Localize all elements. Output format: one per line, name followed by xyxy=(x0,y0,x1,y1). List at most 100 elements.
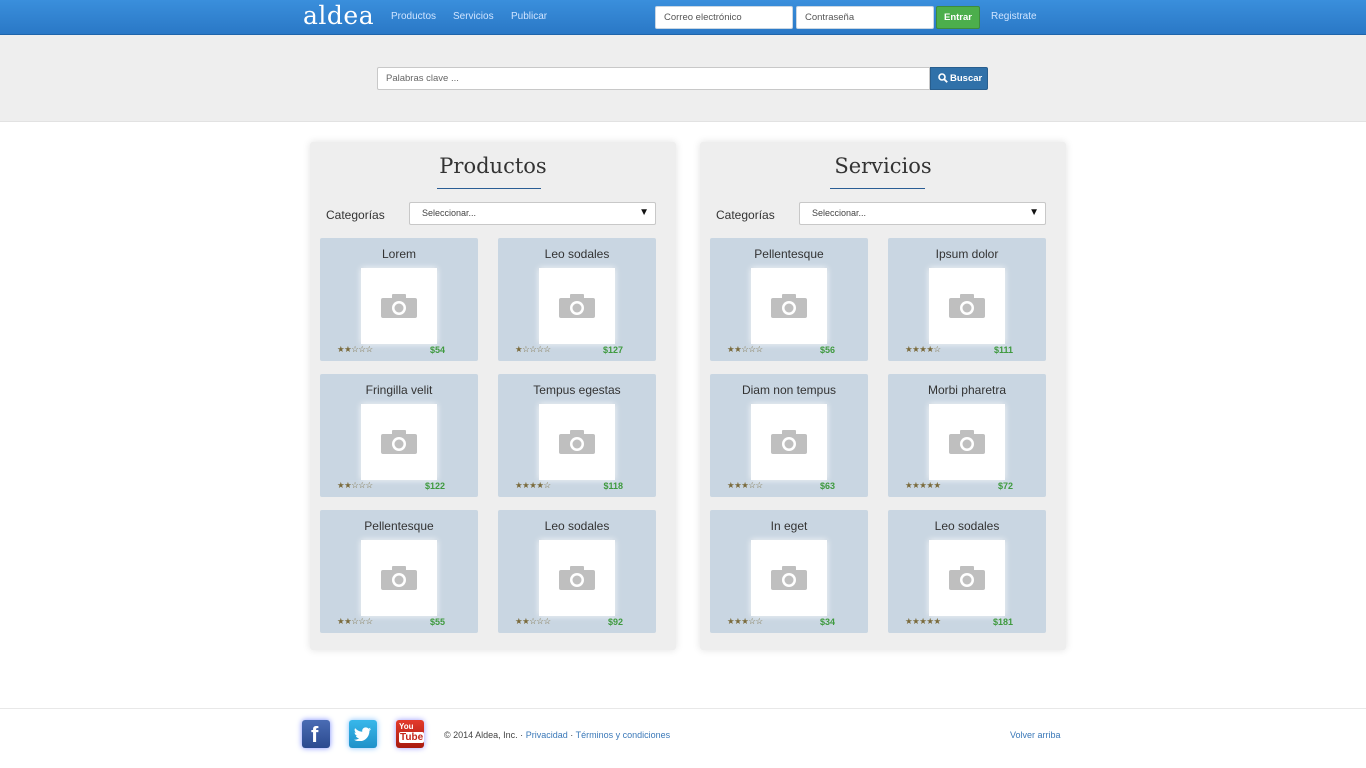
item-card[interactable]: In eget ★★★☆☆ $34 xyxy=(710,510,868,633)
rating-stars: ★★★★★ xyxy=(905,617,941,627)
category-label: Categorías xyxy=(326,208,385,222)
category-label: Categorías xyxy=(716,208,775,222)
item-price: $55 xyxy=(429,617,445,627)
item-image[interactable] xyxy=(539,404,615,480)
item-title[interactable]: In eget xyxy=(710,519,868,533)
item-image[interactable] xyxy=(361,268,437,344)
rating-stars: ★☆☆☆☆ xyxy=(515,345,551,355)
title-divider xyxy=(437,188,541,189)
password-field[interactable]: Contraseña xyxy=(796,6,934,29)
camera-icon xyxy=(381,430,417,454)
search-input[interactable]: Palabras clave ... xyxy=(377,67,930,90)
item-title[interactable]: Lorem xyxy=(320,247,478,261)
brand-logo[interactable]: aldea xyxy=(303,1,374,30)
item-title[interactable]: Pellentesque xyxy=(320,519,478,533)
item-price: $181 xyxy=(992,617,1013,627)
category-select-value: Seleccionar... xyxy=(812,208,867,218)
rating-stars: ★★★☆☆ xyxy=(727,617,763,627)
item-card[interactable]: Lorem ★★☆☆☆ $54 xyxy=(320,238,478,361)
camera-icon xyxy=(949,430,985,454)
item-price: $63 xyxy=(819,481,835,491)
nav-link-servicios[interactable]: Servicios xyxy=(453,11,494,22)
caret-down-icon: ▼ xyxy=(639,207,649,218)
item-title[interactable]: Fringilla velit xyxy=(320,383,478,397)
nav-link-productos[interactable]: Productos xyxy=(391,11,436,22)
item-title[interactable]: Diam non tempus xyxy=(710,383,868,397)
camera-icon xyxy=(949,294,985,318)
item-card[interactable]: Tempus egestas ★★★★☆ $118 xyxy=(498,374,656,497)
camera-icon xyxy=(949,566,985,590)
youtube-icon[interactable]: You Tube xyxy=(396,720,425,748)
camera-icon xyxy=(771,566,807,590)
rating-stars: ★★☆☆☆ xyxy=(337,481,373,491)
item-price: $92 xyxy=(607,617,623,627)
item-card[interactable]: Pellentesque ★★☆☆☆ $56 xyxy=(710,238,868,361)
item-title[interactable]: Ipsum dolor xyxy=(888,247,1046,261)
terms-link[interactable]: Términos y condiciones xyxy=(576,730,671,740)
camera-icon xyxy=(381,294,417,318)
item-card[interactable]: Leo sodales ★★★★★ $181 xyxy=(888,510,1046,633)
category-select-value: Seleccionar... xyxy=(422,208,477,218)
item-price: $54 xyxy=(429,345,445,355)
item-title[interactable]: Leo sodales xyxy=(888,519,1046,533)
camera-icon xyxy=(771,430,807,454)
item-title[interactable]: Leo sodales xyxy=(498,519,656,533)
login-button[interactable]: Entrar xyxy=(936,6,980,29)
privacy-link[interactable]: Privacidad xyxy=(526,730,568,740)
caret-down-icon: ▼ xyxy=(1029,207,1039,218)
item-card[interactable]: Ipsum dolor ★★★★☆ $111 xyxy=(888,238,1046,361)
item-image[interactable] xyxy=(361,540,437,616)
rating-stars: ★★★★☆ xyxy=(905,345,941,355)
register-link[interactable]: Registrate xyxy=(991,11,1037,22)
nav-link-publicar[interactable]: Publicar xyxy=(511,11,547,22)
footer-separator: · xyxy=(570,730,574,740)
item-card[interactable]: Diam non tempus ★★★☆☆ $63 xyxy=(710,374,868,497)
item-image[interactable] xyxy=(539,268,615,344)
item-title[interactable]: Leo sodales xyxy=(498,247,656,261)
item-card[interactable]: Morbi pharetra ★★★★★ $72 xyxy=(888,374,1046,497)
panel-title: Servicios xyxy=(834,154,932,178)
item-price: $118 xyxy=(603,481,623,491)
rating-stars: ★★☆☆☆ xyxy=(515,617,551,627)
item-price: $34 xyxy=(819,617,835,627)
title-divider xyxy=(830,188,925,189)
rating-stars: ★★☆☆☆ xyxy=(337,345,373,355)
item-image[interactable] xyxy=(751,404,827,480)
rating-stars: ★★☆☆☆ xyxy=(337,617,373,627)
search-band: Palabras clave ... Buscar xyxy=(0,35,1366,122)
item-image[interactable] xyxy=(539,540,615,616)
item-image[interactable] xyxy=(929,404,1005,480)
email-field[interactable]: Correo electrónico xyxy=(655,6,793,29)
camera-icon xyxy=(771,294,807,318)
item-card[interactable]: Pellentesque ★★☆☆☆ $55 xyxy=(320,510,478,633)
products-panel: Productos Categorías Seleccionar... ▼ Lo… xyxy=(310,142,676,650)
camera-icon xyxy=(381,566,417,590)
item-image[interactable] xyxy=(929,268,1005,344)
item-title[interactable]: Morbi pharetra xyxy=(888,383,1046,397)
twitter-icon[interactable] xyxy=(349,720,377,748)
rating-stars: ★★★☆☆ xyxy=(727,481,763,491)
category-select[interactable]: Seleccionar... ▼ xyxy=(409,202,656,225)
item-card[interactable]: Fringilla velit ★★☆☆☆ $122 xyxy=(320,374,478,497)
top-navbar: aldea Productos Servicios Publicar Corre… xyxy=(0,0,1366,35)
item-image[interactable] xyxy=(751,540,827,616)
search-icon xyxy=(938,73,948,83)
camera-icon xyxy=(559,566,595,590)
copyright-text: © 2014 Aldea, Inc. · xyxy=(444,730,524,740)
back-to-top-link[interactable]: Volver arriba xyxy=(1010,730,1061,740)
item-title[interactable]: Pellentesque xyxy=(710,247,868,261)
item-price: $111 xyxy=(993,345,1013,355)
item-title[interactable]: Tempus egestas xyxy=(498,383,656,397)
panel-title: Productos xyxy=(439,154,547,178)
category-select[interactable]: Seleccionar... ▼ xyxy=(799,202,1046,225)
item-card[interactable]: Leo sodales ★☆☆☆☆ $127 xyxy=(498,238,656,361)
search-button-label: Buscar xyxy=(950,73,983,84)
item-image[interactable] xyxy=(361,404,437,480)
item-card[interactable]: Leo sodales ★★☆☆☆ $92 xyxy=(498,510,656,633)
item-image[interactable] xyxy=(929,540,1005,616)
search-button[interactable]: Buscar xyxy=(930,67,988,90)
facebook-icon[interactable]: f xyxy=(302,720,330,748)
item-price: $56 xyxy=(819,345,835,355)
item-price: $72 xyxy=(997,481,1013,491)
item-image[interactable] xyxy=(751,268,827,344)
